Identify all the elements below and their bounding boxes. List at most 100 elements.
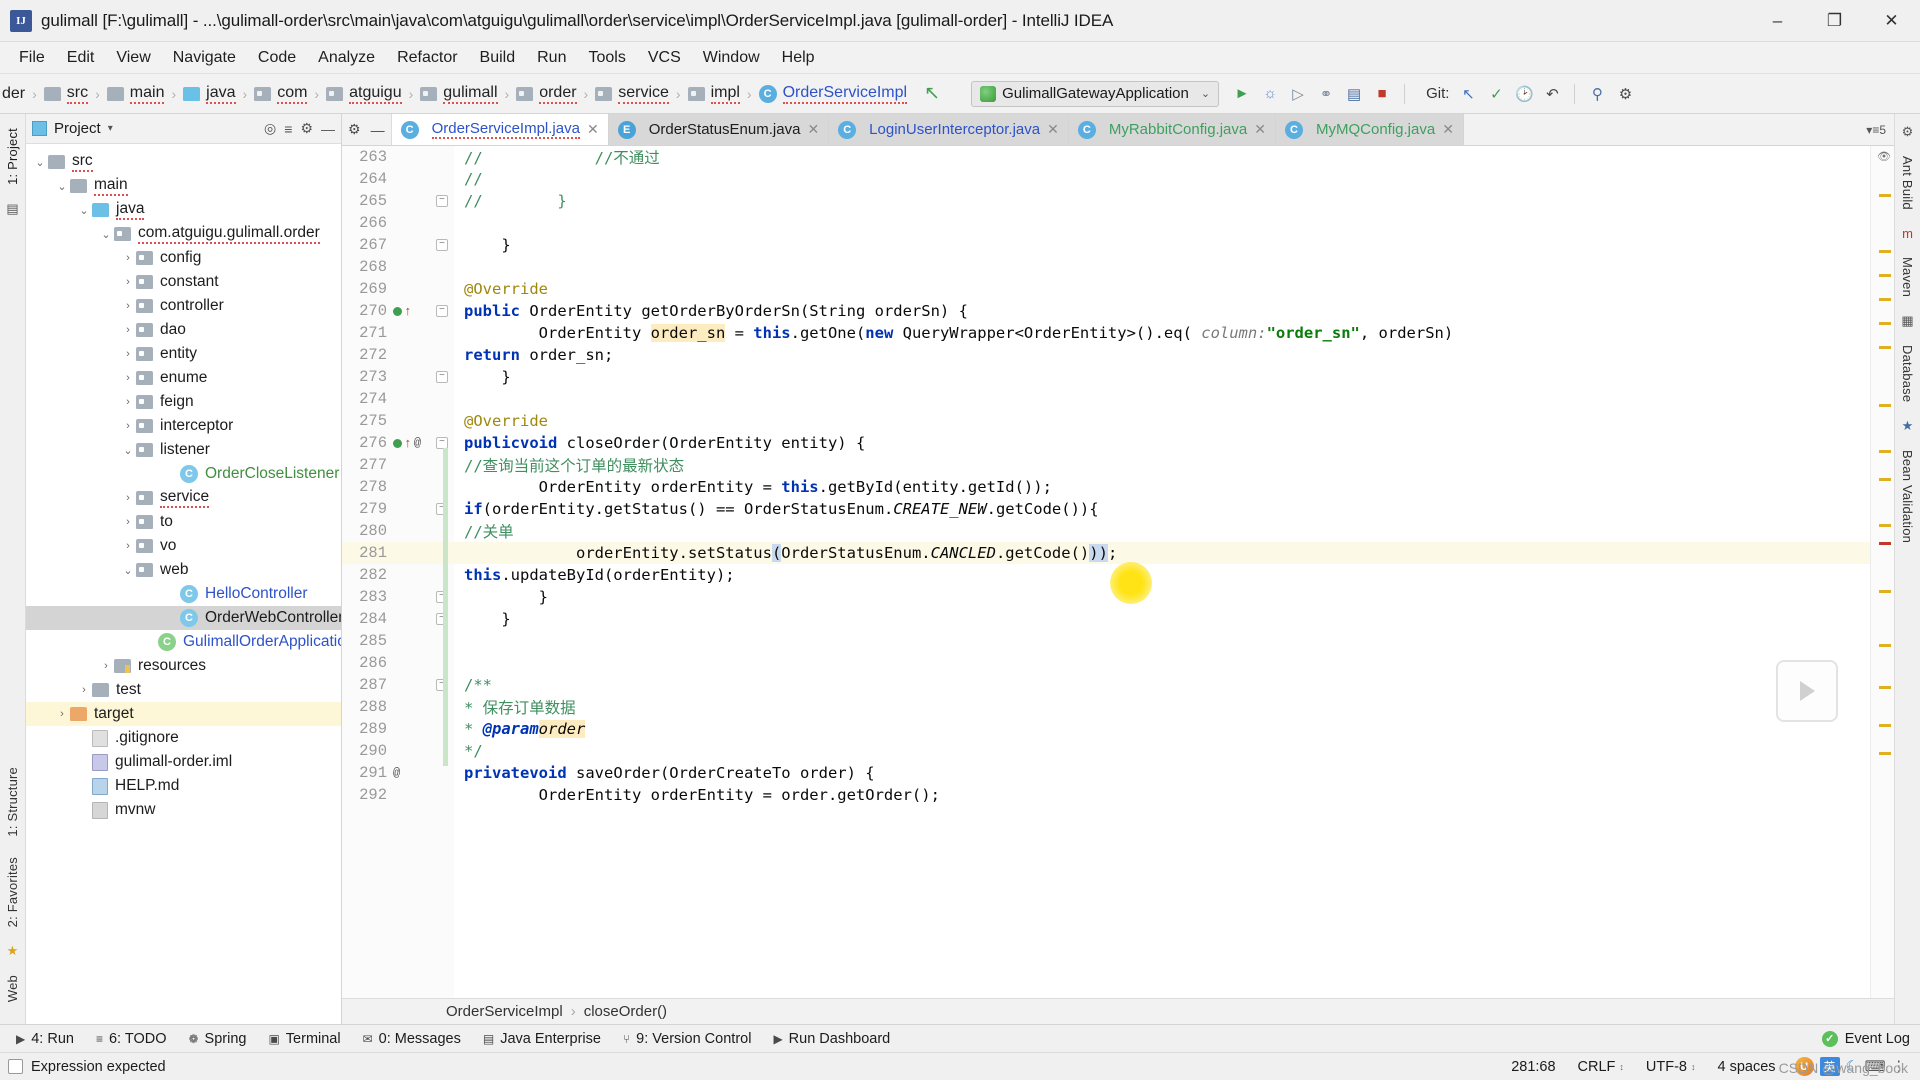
tree-node[interactable]: › target: [26, 702, 341, 726]
code-line[interactable]: public void closeOrder(OrderEntity entit…: [454, 432, 1870, 454]
chevron-right-icon[interactable]: ›: [120, 396, 136, 408]
breadcrumb-item-java[interactable]: java: [181, 84, 237, 104]
event-log-group[interactable]: ✓ Event Log: [1821, 1030, 1920, 1047]
chevron-right-icon[interactable]: ›: [120, 420, 136, 432]
search-everywhere-icon[interactable]: ⚲: [1584, 81, 1610, 107]
stop-icon[interactable]: ■: [1369, 81, 1395, 107]
gutter-line[interactable]: 265 −: [342, 190, 454, 212]
maximize-button[interactable]: ❐: [1806, 0, 1863, 41]
code-line[interactable]: public OrderEntity getOrderByOrderSn(Str…: [454, 300, 1870, 322]
code-line[interactable]: [454, 652, 1870, 674]
menu-item-view[interactable]: View: [105, 46, 161, 70]
code-line[interactable]: @Override: [454, 278, 1870, 300]
code-line[interactable]: return order_sn;: [454, 344, 1870, 366]
code-line[interactable]: }: [454, 586, 1870, 608]
overriding-method-icon[interactable]: ↑: [404, 305, 412, 318]
line-separator[interactable]: CRLF ↕: [1567, 1059, 1635, 1075]
code-line[interactable]: this .updateById(orderEntity);: [454, 564, 1870, 586]
overriding-method-icon[interactable]: ↑: [404, 437, 412, 450]
hide-icon[interactable]: —: [371, 122, 385, 138]
menu-item-help[interactable]: Help: [771, 46, 826, 70]
profile-icon[interactable]: ⚭: [1313, 81, 1339, 107]
minimize-button[interactable]: –: [1749, 0, 1806, 41]
gutter-line[interactable]: 287−: [342, 674, 454, 696]
breadcrumb-item-orderserviceimpl[interactable]: C OrderServiceImpl: [757, 84, 909, 104]
code-line[interactable]: }: [454, 234, 1870, 256]
breadcrumb-item-atguigu[interactable]: atguigu: [324, 84, 404, 104]
toolwindow-run-dashboard[interactable]: ▶ Run Dashboard: [763, 1029, 900, 1049]
code-fold-toggle[interactable]: −: [436, 371, 448, 383]
run-icon[interactable]: ►: [1229, 81, 1255, 107]
code-line[interactable]: // //不通过: [454, 146, 1870, 168]
tree-node[interactable]: C HelloController: [26, 582, 341, 606]
tree-node[interactable]: › feign: [26, 390, 341, 414]
inspection-eye-icon[interactable]: 👁: [1877, 150, 1891, 163]
code-fold-toggle[interactable]: −: [436, 239, 448, 251]
breadcrumb-item-src[interactable]: src: [42, 84, 90, 104]
close-icon[interactable]: ✕: [807, 121, 819, 138]
breadcrumb-item-main[interactable]: main: [105, 84, 167, 104]
tree-node[interactable]: › entity: [26, 342, 341, 366]
gutter-line[interactable]: 286: [342, 652, 454, 674]
code-line[interactable]: [454, 256, 1870, 278]
tree-node[interactable]: › to: [26, 510, 341, 534]
toolwindow-terminal[interactable]: ▣ Terminal: [258, 1029, 350, 1049]
gutter-line[interactable]: 263: [342, 146, 454, 168]
gutter-line[interactable]: 275: [342, 410, 454, 432]
toolwindow-todo[interactable]: ≡ 6: TODO: [86, 1029, 177, 1049]
gutter-line[interactable]: 271: [342, 322, 454, 344]
sidebar-tab-web[interactable]: Web: [3, 967, 22, 1010]
tree-node[interactable]: C GulimallOrderApplication: [26, 630, 341, 654]
gutter-line[interactable]: 264: [342, 168, 454, 190]
gutter-line[interactable]: 267 −: [342, 234, 454, 256]
tree-node[interactable]: › interceptor: [26, 414, 341, 438]
gutter-line[interactable]: 277: [342, 454, 454, 476]
code-line[interactable]: // }: [454, 190, 1870, 212]
editor-tab[interactable]: C MyRabbitConfig.java ✕: [1068, 114, 1276, 145]
tree-node[interactable]: mvnw: [26, 798, 341, 822]
menu-item-code[interactable]: Code: [247, 46, 307, 70]
tree-node[interactable]: › vo: [26, 534, 341, 558]
breadcrumb-item-der[interactable]: der: [0, 85, 27, 103]
menu-item-window[interactable]: Window: [692, 46, 771, 70]
tree-node[interactable]: ⌄ main: [26, 174, 341, 198]
tree-node[interactable]: › config: [26, 246, 341, 270]
menu-item-navigate[interactable]: Navigate: [162, 46, 247, 70]
code-line[interactable]: OrderEntity orderEntity = order.getOrder…: [454, 784, 1870, 806]
gutter-line[interactable]: 273 −: [342, 366, 454, 388]
code-line[interactable]: //关单: [454, 520, 1870, 542]
gutter-line[interactable]: 283−: [342, 586, 454, 608]
gutter-line[interactable]: 289: [342, 718, 454, 740]
gutter-line[interactable]: 278: [342, 476, 454, 498]
code-line[interactable]: //: [454, 168, 1870, 190]
chevron-down-icon[interactable]: ⌄: [76, 204, 92, 217]
video-play-badge[interactable]: [1776, 660, 1838, 722]
menu-item-file[interactable]: File: [8, 46, 56, 70]
code-line[interactable]: * 保存订单数据: [454, 696, 1870, 718]
sidebar-tab-structure[interactable]: 1: Structure: [3, 759, 22, 845]
close-button[interactable]: ✕: [1863, 0, 1920, 41]
tree-node[interactable]: › service: [26, 486, 341, 510]
editor-gutter[interactable]: 263 264 265−266 267−268 269 270 ↑ −271 272 273−27…: [342, 146, 454, 998]
settings-icon[interactable]: ⚙: [1612, 81, 1638, 107]
breadcrumb-class[interactable]: OrderServiceImpl: [446, 1003, 563, 1020]
gutter-line[interactable]: 280: [342, 520, 454, 542]
tree-node[interactable]: HELP.md: [26, 774, 341, 798]
implemented-method-icon[interactable]: [393, 306, 402, 316]
annotation-gutter-icon[interactable]: @: [414, 436, 421, 450]
chevron-right-icon[interactable]: ›: [120, 252, 136, 264]
gutter-line[interactable]: 270 ↑ −: [342, 300, 454, 322]
chevron-down-icon[interactable]: ⌄: [120, 444, 136, 457]
collapse-all-icon[interactable]: ≡: [284, 121, 292, 137]
chevron-down-icon[interactable]: ▾: [108, 123, 113, 134]
chevron-down-icon[interactable]: ⌄: [54, 180, 70, 193]
tree-node[interactable]: › enume: [26, 366, 341, 390]
chevron-right-icon[interactable]: ›: [120, 276, 136, 288]
code-line[interactable]: OrderEntity orderEntity = this .getById(e…: [454, 476, 1870, 498]
sidebar-tab-ant-build[interactable]: Ant Build: [1898, 148, 1917, 218]
code-line[interactable]: [454, 630, 1870, 652]
code-fold-toggle[interactable]: −: [436, 305, 448, 317]
code-line[interactable]: //查询当前这个订单的最新状态: [454, 454, 1870, 476]
chevron-right-icon[interactable]: ›: [120, 372, 136, 384]
gutter-line[interactable]: 288: [342, 696, 454, 718]
